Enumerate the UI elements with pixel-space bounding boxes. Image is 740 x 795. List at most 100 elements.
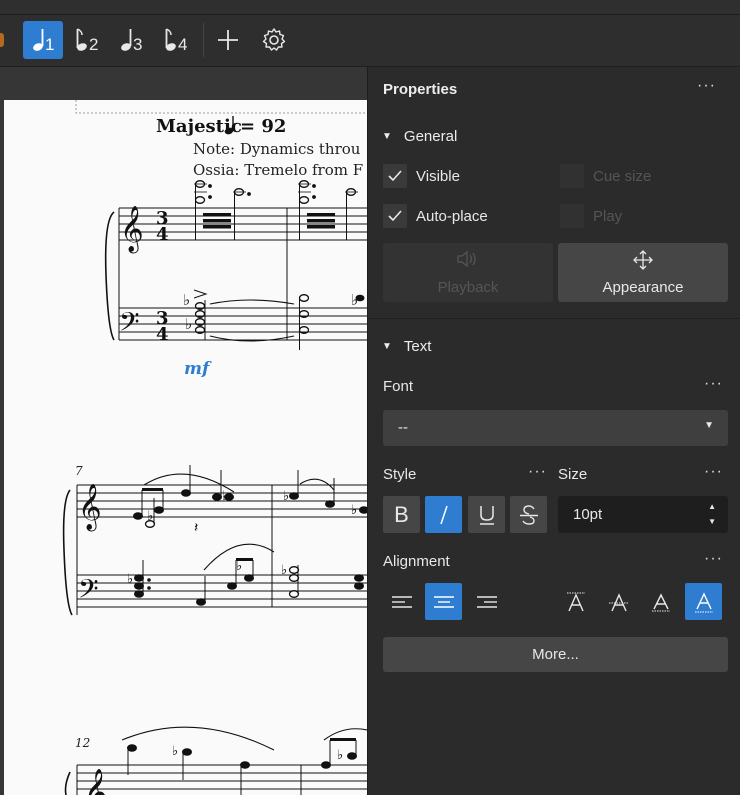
speaker-icon	[457, 250, 476, 268]
text-section-header[interactable]: ▼ Text	[382, 338, 431, 355]
collapse-arrow-icon: ▼	[382, 341, 392, 352]
increment-icon[interactable]: ▲	[708, 502, 716, 511]
score-tab-bar	[0, 67, 367, 100]
font-size-value: 10pt	[573, 506, 603, 523]
time-signature-bottom: 4	[156, 224, 169, 245]
measure-number-7: 7	[75, 464, 83, 478]
svg-text:𝄞: 𝄞	[78, 484, 102, 532]
svg-text:♭: ♭	[236, 559, 242, 574]
note-icon: 1	[33, 29, 54, 54]
bold-button[interactable]: B	[383, 496, 420, 533]
style-label: Style	[383, 466, 417, 483]
voice-3-label: 3	[133, 35, 142, 54]
font-menu-button[interactable]: ···	[704, 375, 723, 393]
svg-text:♭: ♭	[337, 748, 343, 763]
appearance-label: Appearance	[602, 279, 684, 296]
section-divider	[368, 318, 740, 319]
appearance-tab-button[interactable]: Appearance	[558, 243, 728, 302]
size-label: Size	[558, 466, 588, 483]
font-label: Font	[383, 378, 414, 395]
collapse-arrow-icon: ▼	[382, 131, 392, 142]
tempo-marking: = 92	[240, 116, 286, 137]
size-menu-button[interactable]: ···	[704, 463, 723, 481]
svg-text:𝄞: 𝄞	[120, 206, 144, 254]
score-canvas[interactable]: Majestic = 92 Note: Dynamics throu Ossia…	[4, 100, 367, 795]
auto-place-label: Auto-place	[416, 208, 488, 225]
cue-size-label: Cue size	[593, 168, 652, 185]
align-right-icon	[476, 595, 497, 608]
panel-menu-button[interactable]: ···	[697, 77, 716, 95]
voice-3-button[interactable]: 3	[111, 21, 151, 59]
alignment-menu-button[interactable]: ···	[704, 550, 723, 568]
align-middle-icon	[608, 592, 629, 611]
general-heading: General	[403, 128, 458, 145]
previous-toolbar-item[interactable]	[0, 33, 4, 47]
text-heading: Text	[403, 338, 432, 355]
general-section-header[interactable]: ▼ General	[382, 128, 457, 145]
voice-2-button[interactable]: 2	[67, 21, 107, 59]
align-top-button[interactable]	[557, 583, 594, 620]
voice-2-label: 2	[89, 35, 98, 54]
visible-label: Visible	[416, 168, 460, 185]
underline-button[interactable]	[468, 496, 505, 533]
underline-icon	[479, 505, 494, 525]
add-button[interactable]	[208, 21, 248, 59]
svg-text:𝄽: 𝄽	[194, 520, 198, 536]
staff-text-note: Note: Dynamics throu	[193, 140, 361, 158]
align-baseline-button[interactable]	[642, 583, 679, 620]
checkmark-icon	[388, 170, 402, 182]
svg-text:♭: ♭	[127, 572, 133, 587]
italic-button[interactable]	[425, 496, 462, 533]
chevron-down-icon: ▼	[704, 420, 714, 431]
font-size-spinbox[interactable]: 10pt ▲ ▼	[558, 496, 728, 533]
font-dropdown[interactable]: -- ▼	[383, 410, 728, 446]
align-left-button[interactable]	[383, 583, 420, 620]
voice-4-button[interactable]: 4	[156, 21, 196, 59]
playback-tab-button: Playback	[383, 243, 553, 302]
strikethrough-button[interactable]	[510, 496, 547, 533]
top-strip	[0, 0, 740, 15]
note-input-toolbar: 1 2 3 4	[0, 15, 740, 67]
add-icon	[218, 30, 238, 50]
svg-text:𝄞: 𝄞	[84, 769, 108, 795]
align-vcenter-button[interactable]	[600, 583, 637, 620]
align-bottom-button[interactable]	[685, 583, 722, 620]
align-left-icon	[391, 595, 412, 608]
measure-number-12: 12	[75, 736, 90, 750]
note-icon: 3	[121, 29, 142, 54]
cue-size-checkbox	[560, 164, 584, 188]
align-center-button[interactable]	[425, 583, 462, 620]
svg-text:♭: ♭	[147, 509, 153, 524]
dynamic-marking: mf	[184, 359, 212, 379]
bold-icon: B	[394, 501, 409, 527]
toolbar-separator	[203, 23, 204, 57]
more-button[interactable]: More...	[383, 637, 728, 672]
checkmark-icon	[388, 210, 402, 222]
properties-panel: Properties ··· ▼ General Visible Cue size…	[367, 67, 740, 795]
align-center-icon	[433, 595, 454, 608]
move-arrows-icon	[633, 250, 653, 270]
svg-text:♭: ♭	[183, 291, 190, 309]
note-icon: 2	[76, 28, 98, 54]
align-right-button[interactable]	[468, 583, 505, 620]
svg-text:♭: ♭	[222, 489, 228, 504]
strikethrough-icon	[519, 504, 538, 525]
staff-text-ossia: Ossia: Tremelo from F	[193, 161, 363, 179]
auto-place-checkbox[interactable]	[383, 204, 407, 228]
svg-text:𝄢: 𝄢	[78, 573, 99, 611]
visible-checkbox[interactable]	[383, 164, 407, 188]
toolbar-settings-button[interactable]	[254, 21, 294, 59]
panel-title: Properties	[383, 81, 458, 98]
alignment-label: Alignment	[383, 553, 450, 570]
style-menu-button[interactable]: ···	[528, 463, 547, 481]
decrement-icon[interactable]: ▼	[708, 517, 716, 526]
gear-icon	[262, 28, 286, 51]
voice-1-button[interactable]: 1	[23, 21, 63, 59]
italic-icon	[439, 505, 448, 524]
svg-text:♭: ♭	[351, 503, 357, 518]
svg-text:♭: ♭	[281, 563, 287, 578]
voice-4-label: 4	[178, 35, 187, 54]
svg-text:4: 4	[156, 324, 169, 345]
svg-text:♭: ♭	[172, 744, 178, 759]
font-value: --	[398, 419, 408, 436]
